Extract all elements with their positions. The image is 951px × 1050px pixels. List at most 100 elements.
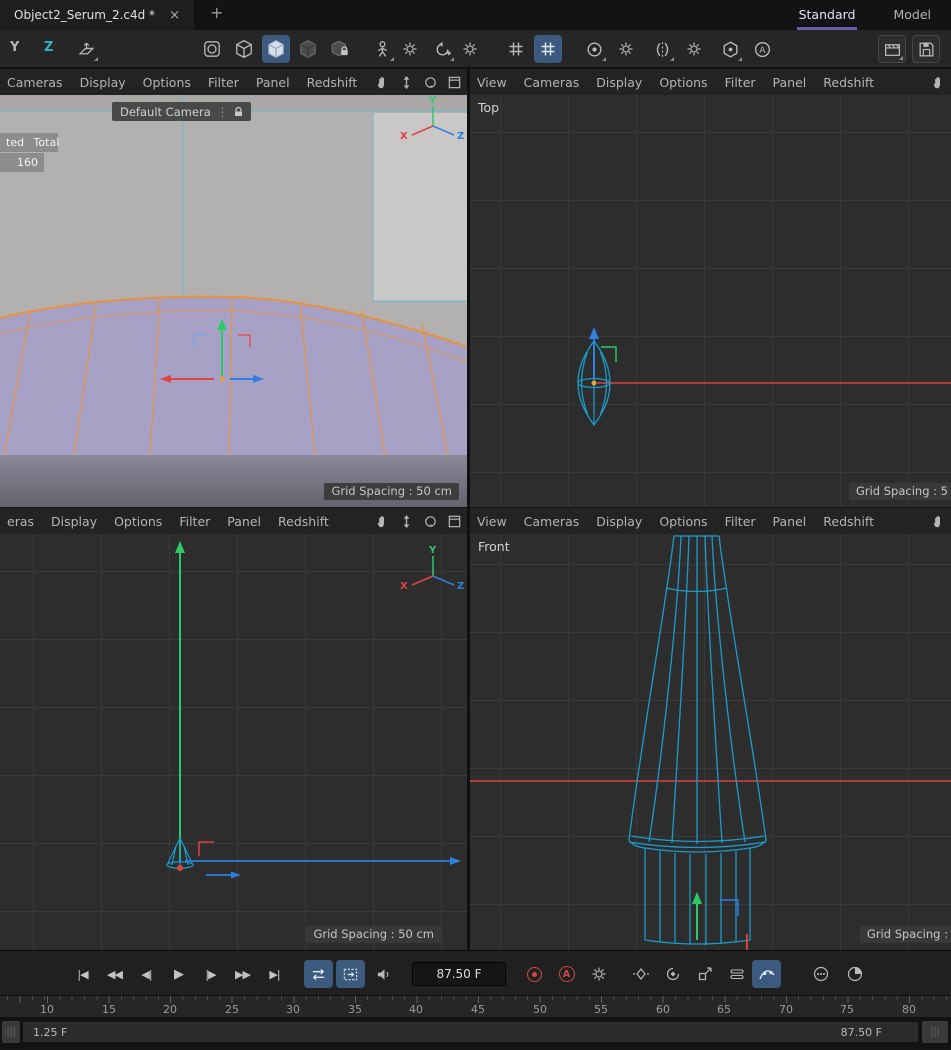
loop-range-icon[interactable]	[336, 960, 365, 988]
gear-icon[interactable]	[680, 35, 708, 63]
pan-hand-icon[interactable]	[375, 514, 390, 529]
camera-menu-dots[interactable]: ⋮	[217, 105, 229, 119]
menu-panel[interactable]: Panel	[256, 75, 290, 90]
go-to-start-button[interactable]: |◀	[68, 960, 97, 988]
dolly-icon[interactable]	[399, 514, 414, 529]
dark-cube-icon[interactable]	[294, 35, 322, 63]
viewport-splitter[interactable]	[467, 68, 470, 950]
layout-tab-model[interactable]: Model	[891, 7, 933, 30]
timeline-ruler[interactable]: 10 15 20 25 30 35 40 45 50 55 60 65 70 7…	[0, 995, 951, 1017]
go-to-end-button[interactable]: ▶|	[260, 960, 289, 988]
origin-dot	[592, 381, 597, 386]
grid-quantize-active-icon[interactable]	[534, 35, 562, 63]
pan-hand-icon[interactable]	[931, 514, 946, 529]
sound-toggle-icon[interactable]	[370, 960, 399, 988]
range-track[interactable]: 1.25 F 87.50 F	[22, 1021, 919, 1043]
save-icon[interactable]	[912, 35, 940, 63]
gear-icon[interactable]	[396, 35, 424, 63]
viewport-front[interactable]: Front Grid Spacing :	[470, 534, 951, 950]
hud-stats-label: ted Total	[0, 133, 58, 152]
menu-panel[interactable]: Panel	[227, 514, 261, 529]
viewport-left-lower[interactable]: Y X Z Grid Spacing : 50 cm	[0, 534, 467, 950]
workplane-icon[interactable]	[72, 35, 100, 63]
menu-filter[interactable]: Filter	[179, 514, 210, 529]
previous-frame-button[interactable]: ◀|	[132, 960, 161, 988]
loop-playback-icon[interactable]	[304, 960, 333, 988]
layout-tab-standard[interactable]: Standard	[797, 7, 858, 30]
dolly-icon[interactable]	[399, 75, 414, 90]
arc-circle-icon[interactable]	[840, 960, 869, 988]
lock-icon[interactable]	[234, 107, 243, 117]
maximize-view-icon[interactable]	[447, 75, 462, 90]
range-left-cap[interactable]	[2, 1021, 20, 1043]
menu-view[interactable]: View	[477, 514, 507, 529]
axis-lock-z-button[interactable]: Z	[44, 40, 53, 55]
menu-redshift[interactable]: Redshift	[278, 514, 329, 529]
new-tab-button[interactable]: +	[210, 3, 223, 22]
clapperboard-icon[interactable]	[878, 35, 906, 63]
menu-cameras[interactable]: Cameras	[7, 75, 63, 90]
menu-display[interactable]: Display	[51, 514, 97, 529]
gear-icon[interactable]	[612, 35, 640, 63]
solid-cube-icon[interactable]	[262, 35, 290, 63]
dotted-circle-icon[interactable]	[806, 960, 835, 988]
menu-panel[interactable]: Panel	[773, 514, 807, 529]
menu-display[interactable]: Display	[596, 75, 642, 90]
record-keyframe-button[interactable]	[520, 960, 549, 988]
menu-redshift[interactable]: Redshift	[823, 514, 874, 529]
menu-options[interactable]: Options	[659, 514, 707, 529]
document-tab[interactable]: Object2_Serum_2.c4d * ×	[0, 0, 194, 30]
key-position-icon[interactable]	[626, 960, 655, 988]
play-button[interactable]: ▶	[164, 960, 193, 988]
menu-cameras-clipped[interactable]: eras	[7, 514, 34, 529]
menu-redshift[interactable]: Redshift	[823, 75, 874, 90]
menu-filter[interactable]: Filter	[208, 75, 239, 90]
menu-display[interactable]: Display	[596, 514, 642, 529]
pan-hand-icon[interactable]	[375, 75, 390, 90]
menu-redshift[interactable]: Redshift	[307, 75, 358, 90]
character-figure-icon[interactable]	[368, 35, 396, 63]
menu-panel[interactable]: Panel	[773, 75, 807, 90]
menu-filter[interactable]: Filter	[725, 514, 756, 529]
wire-cube-icon[interactable]	[230, 35, 258, 63]
key-fcurve-icon[interactable]	[752, 960, 781, 988]
keying-settings-gear-icon[interactable]	[584, 960, 613, 988]
key-parameter-icon[interactable]	[722, 960, 751, 988]
maximize-view-icon[interactable]	[447, 514, 462, 529]
menu-options[interactable]: Options	[114, 514, 162, 529]
snap-icon[interactable]	[580, 35, 608, 63]
gear-icon[interactable]	[456, 35, 484, 63]
rotate-plus-icon[interactable]	[428, 35, 456, 63]
close-tab-icon[interactable]: ×	[169, 8, 180, 23]
viewport-perspective[interactable]: Y X Z Default Camera ⋮ ted Total 160 Gri…	[0, 95, 467, 507]
previous-key-button[interactable]: ◀◀	[100, 960, 129, 988]
autokey-button[interactable]: A	[552, 960, 581, 988]
svg-text:X: X	[400, 131, 408, 142]
menu-display[interactable]: Display	[80, 75, 126, 90]
menu-options[interactable]: Options	[143, 75, 191, 90]
axis-lock-y-button[interactable]: Y	[10, 40, 19, 55]
orbit-icon[interactable]	[423, 75, 438, 90]
orbit-icon[interactable]	[423, 514, 438, 529]
menu-options[interactable]: Options	[659, 75, 707, 90]
circled-a-icon[interactable]: A	[748, 35, 776, 63]
range-right-cap[interactable]	[922, 1021, 948, 1043]
range-handle[interactable]: 1.25 F 87.50 F	[22, 1021, 919, 1043]
grid-quantize-icon[interactable]	[502, 35, 530, 63]
menu-cameras[interactable]: Cameras	[524, 514, 580, 529]
next-key-button[interactable]: ▶▶	[228, 960, 257, 988]
hexagon-dot-icon[interactable]	[716, 35, 744, 63]
menu-view[interactable]: View	[477, 75, 507, 90]
pan-hand-icon[interactable]	[931, 75, 946, 90]
key-rotation-icon[interactable]	[658, 960, 687, 988]
locked-cube-icon[interactable]	[326, 35, 354, 63]
next-frame-button[interactable]: |▶	[196, 960, 225, 988]
menu-cameras[interactable]: Cameras	[524, 75, 580, 90]
viewport-top[interactable]: Top Grid Spacing : 5	[470, 95, 951, 507]
camera-label-pill[interactable]: Default Camera ⋮	[112, 102, 251, 121]
sphere-in-square-icon[interactable]	[198, 35, 226, 63]
key-scale-icon[interactable]	[690, 960, 719, 988]
current-frame-field[interactable]: 87.50 F	[412, 962, 506, 986]
symmetry-icon[interactable]	[648, 35, 676, 63]
menu-filter[interactable]: Filter	[725, 75, 756, 90]
